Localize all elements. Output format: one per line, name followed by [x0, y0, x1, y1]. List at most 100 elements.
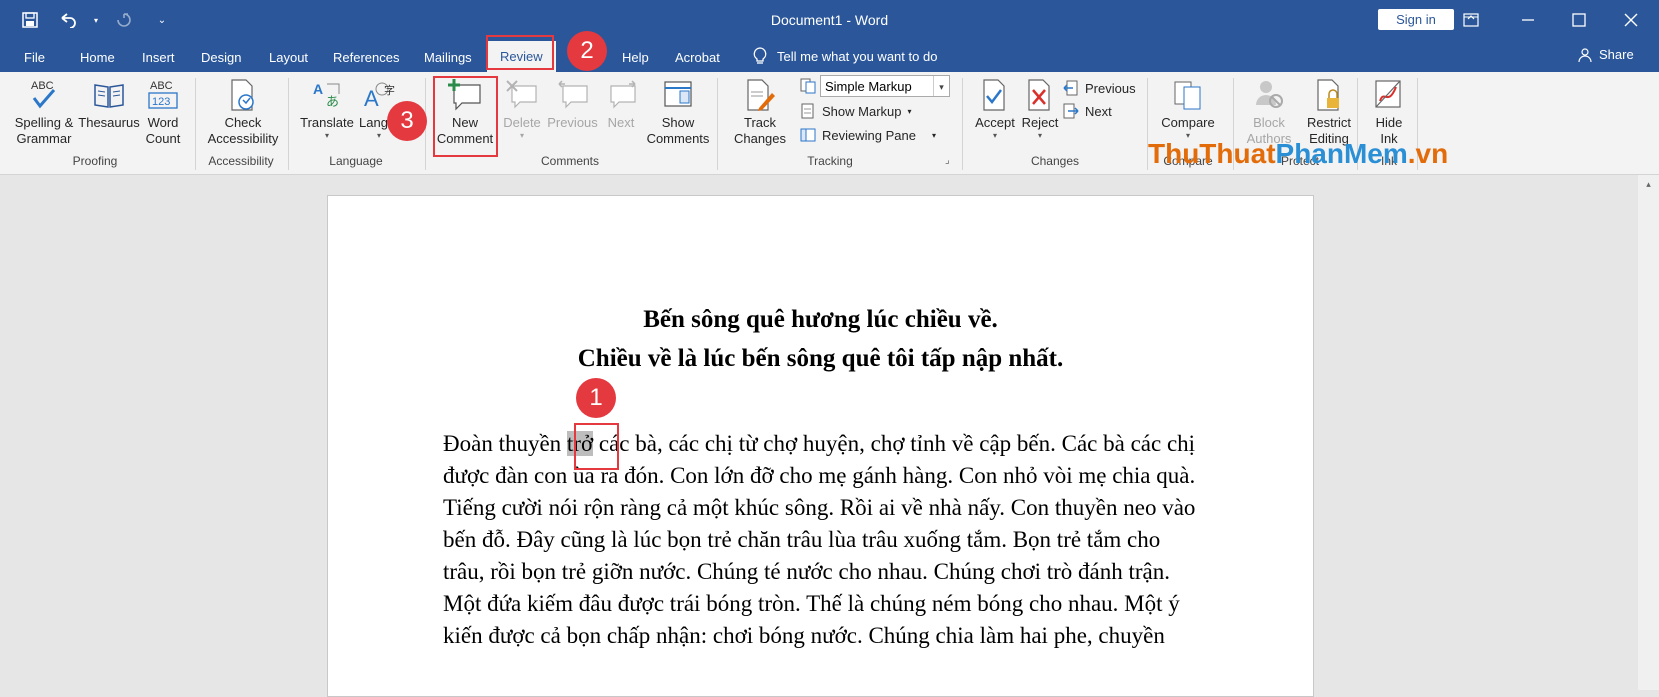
group-label-language: Language — [329, 154, 383, 168]
paragraph-text-before: Đoàn thuyền — [443, 431, 567, 456]
delete-comment-button[interactable]: Delete ▾ — [497, 76, 547, 160]
annotation-step-1: 1 — [576, 378, 616, 418]
track-changes-label: Track Changes — [733, 115, 787, 146]
accessibility-icon — [225, 77, 261, 113]
display-for-review-select[interactable]: Simple Markup ▾ — [820, 75, 950, 97]
translate-button[interactable]: Aあ Translate ▾ — [296, 76, 358, 160]
delete-dropdown-icon: ▾ — [519, 131, 524, 140]
thesaurus-button[interactable]: Thesaurus — [78, 76, 140, 160]
block-authors-icon — [1251, 77, 1287, 113]
accept-icon — [977, 77, 1013, 113]
tab-help[interactable]: Help — [622, 47, 649, 69]
tell-me-text: Tell me what you want to do — [777, 48, 938, 64]
tab-layout[interactable]: Layout — [269, 47, 308, 69]
svg-text:A: A — [364, 86, 379, 110]
scroll-up-icon[interactable]: ▴ — [1638, 179, 1659, 190]
next-comment-label: Next — [607, 115, 635, 130]
group-label-tracking: Tracking — [807, 154, 853, 168]
document-page[interactable]: Bến sông quê hương lúc chiều về. Chiều v… — [327, 195, 1314, 697]
markup-icon — [800, 75, 816, 97]
watermark-part2: PhanMem — [1275, 138, 1408, 169]
previous-change-icon — [1063, 80, 1078, 96]
paragraph-text-after: các bà, các chị từ chợ huyện, chợ tỉnh v… — [443, 431, 1196, 648]
group-label-proofing: Proofing — [72, 154, 118, 168]
ribbon: ABC Spelling & Grammar Thesaurus ABC 123 … — [0, 72, 1659, 244]
previous-comment-button[interactable]: Previous — [545, 76, 600, 160]
previous-comment-icon — [555, 77, 591, 113]
compare-icon — [1170, 77, 1206, 113]
delete-comment-icon — [504, 77, 540, 113]
spelling-grammar-button[interactable]: ABC Spelling & Grammar — [13, 76, 75, 160]
next-comment-button[interactable]: Next — [596, 76, 646, 160]
chevron-down-icon: ▾ — [933, 76, 949, 96]
svg-text:123: 123 — [152, 96, 170, 108]
svg-text:ABC: ABC — [31, 80, 54, 92]
spelling-check-icon: ABC — [26, 77, 62, 113]
check-accessibility-label: Check Accessibility — [207, 115, 279, 146]
svg-text:あ: あ — [326, 95, 339, 110]
chevron-down-icon: ▾ — [907, 106, 912, 116]
annotation-step-3: 3 — [387, 101, 427, 141]
tab-insert[interactable]: Insert — [142, 47, 175, 69]
tab-mailings[interactable]: Mailings — [424, 47, 472, 69]
tab-file[interactable]: File — [24, 47, 45, 69]
next-comment-icon — [603, 77, 639, 113]
tell-me-search[interactable]: Tell me what you want to do — [753, 47, 937, 65]
next-change-label: Next — [1085, 103, 1112, 119]
next-change-button[interactable]: Next — [1063, 100, 1112, 122]
share-button[interactable]: Share — [1578, 47, 1634, 62]
maximize-icon[interactable] — [1551, 0, 1607, 40]
chevron-down-icon: ▾ — [1037, 131, 1042, 140]
translate-dropdown-icon: ▾ — [324, 131, 329, 140]
ribbon-display-options-icon[interactable] — [1443, 0, 1499, 40]
document-paragraph[interactable]: Đoàn thuyền trở các bà, các chị từ chợ h… — [443, 428, 1203, 652]
tab-acrobat[interactable]: Acrobat — [675, 47, 720, 69]
share-label: Share — [1599, 47, 1634, 62]
word-count-label: Word Count — [145, 115, 181, 146]
document-heading-2: Chiều về là lúc bến sông quê tôi tấp nập… — [577, 345, 1064, 372]
book-icon — [91, 77, 127, 113]
dialog-launcher-icon[interactable]: ⌟ — [945, 155, 950, 166]
svg-text:A: A — [313, 81, 323, 97]
show-comments-label: Show Comments — [646, 115, 710, 146]
show-markup-label: Show Markup — [822, 103, 902, 119]
reviewing-pane-button[interactable]: Reviewing Pane ▾ — [800, 124, 936, 146]
tab-home[interactable]: Home — [80, 47, 115, 69]
check-accessibility-button[interactable]: Check Accessibility — [203, 76, 283, 160]
close-icon[interactable] — [1603, 0, 1659, 40]
restrict-editing-icon — [1311, 77, 1347, 113]
title-bar: ▾ ⌄ Document1 - Word Sign in — [0, 0, 1659, 40]
watermark-logo: ThuThuatPhanMem.vn — [1148, 138, 1448, 170]
show-markup-icon — [801, 103, 814, 119]
thesaurus-label: Thesaurus — [78, 115, 140, 130]
vertical-scrollbar[interactable]: ▴ — [1638, 175, 1659, 690]
chevron-down-icon: ▾ — [931, 130, 936, 140]
ribbon-tabs: File Home Insert Design Layout Reference… — [0, 40, 1659, 72]
tab-references[interactable]: References — [333, 47, 399, 69]
show-comments-icon — [660, 77, 696, 113]
svg-text:字: 字 — [384, 83, 395, 97]
lightbulb-icon — [753, 47, 767, 64]
previous-comment-label: Previous — [547, 115, 598, 130]
compare-label: Compare — [1161, 115, 1215, 130]
translate-label: Translate — [300, 115, 354, 130]
reject-button[interactable]: Reject ▾ — [1010, 76, 1070, 160]
annotation-box-selected-word — [574, 423, 619, 470]
word-count-button[interactable]: ABC 123 Word Count — [135, 76, 191, 160]
watermark-part3: .vn — [1407, 138, 1449, 169]
tab-design[interactable]: Design — [201, 47, 241, 69]
track-changes-icon — [742, 77, 778, 113]
previous-change-button[interactable]: Previous — [1063, 77, 1136, 99]
annotation-box-review-tab — [486, 35, 554, 70]
minimize-icon[interactable] — [1500, 0, 1556, 40]
person-icon — [1578, 47, 1592, 62]
document-heading-1: Bến sông quê hương lúc chiều về. — [643, 306, 998, 333]
spelling-grammar-label: Spelling & Grammar — [14, 115, 74, 146]
reject-label: Reject — [1021, 115, 1059, 130]
ribbon-separator — [717, 78, 718, 170]
previous-change-label: Previous — [1085, 80, 1136, 96]
show-markup-button[interactable]: Show Markup ▾ — [800, 100, 912, 122]
show-comments-button[interactable]: Show Comments — [645, 76, 711, 160]
track-changes-button[interactable]: Track Changes — [725, 76, 795, 160]
ribbon-separator — [288, 78, 289, 170]
